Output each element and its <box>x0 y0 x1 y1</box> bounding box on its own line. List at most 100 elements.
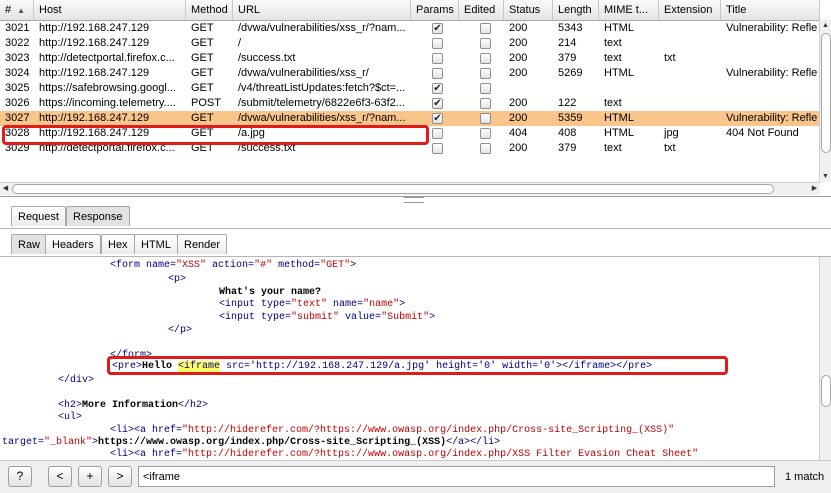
code-token: <form <box>110 260 141 271</box>
params-checkbox <box>432 53 443 64</box>
table-row[interactable]: 3025 https://safebrowsing.googl... GET/v4/… <box>0 81 820 96</box>
scroll-right-icon[interactable]: ▶ <box>809 183 820 194</box>
table-row[interactable]: 3029 http://detectportal.firefox.c... GET /… <box>0 141 820 156</box>
add-button[interactable]: + <box>78 466 102 487</box>
cell-extension <box>659 96 721 111</box>
table-horizontal-scrollbar[interactable]: ◀ ▶ <box>0 182 820 195</box>
cell-method: GET <box>191 37 214 49</box>
header-label: # <box>5 4 12 16</box>
table-row[interactable]: 3024 http://192.168.247.129 GET/dvwa/vulne… <box>0 66 820 81</box>
header-col-title[interactable]: Title <box>721 0 820 20</box>
header-col-edited[interactable]: Edited <box>459 0 504 20</box>
header-label: Length <box>558 4 592 16</box>
table-body: 3021 http://192.168.247.129 GET/dvwa/vulne… <box>0 21 820 156</box>
cell-mime-type: HTML <box>604 22 634 34</box>
code-token: "http://hiderefer.com/?https://www.owasp… <box>182 449 699 460</box>
cell-length: 379 <box>558 52 577 64</box>
cell-length: 5343 <box>558 22 583 34</box>
cell-status <box>504 81 553 96</box>
header-col-method[interactable]: Method <box>186 0 233 20</box>
code-token: <input <box>219 312 256 323</box>
header-col-status[interactable]: Status <box>504 0 553 20</box>
params-checkbox <box>432 143 443 154</box>
cell-title <box>721 81 820 96</box>
header-col-url[interactable]: URL <box>233 0 411 20</box>
code-token: "#" <box>254 260 273 271</box>
tab-response[interactable]: Response <box>66 206 130 226</box>
code-line: <form name="XSS" action="#" method="GET"… <box>110 259 356 272</box>
scroll-thumb[interactable] <box>821 375 831 407</box>
tab-raw[interactable]: Raw <box>11 234 48 254</box>
tab-render[interactable]: Render <box>177 234 228 254</box>
header-label: Extension <box>664 4 713 16</box>
header-col-host[interactable]: Host <box>34 0 186 20</box>
table-row[interactable]: 3021 http://192.168.247.129 GET/dvwa/vulne… <box>0 21 820 36</box>
next-match-button[interactable]: > <box>108 466 132 487</box>
header-col-length[interactable]: Length <box>553 0 599 20</box>
scroll-down-icon[interactable]: ▼ <box>820 171 831 182</box>
code-token: > <box>429 312 436 323</box>
cell-number: 3025 <box>5 82 30 94</box>
code-token: method= <box>272 260 321 271</box>
cell-number: 3023 <box>5 52 30 64</box>
table-header: # ▲ Host Method URL Params Edited Status Length M… <box>0 0 820 21</box>
header-label: Params <box>416 4 454 16</box>
code-token: "Submit" <box>381 312 430 323</box>
cell-title <box>721 96 820 111</box>
cell-status: 200 <box>509 112 528 124</box>
tab-html[interactable]: HTML <box>134 234 178 254</box>
cell-method: GET <box>191 67 214 79</box>
code-token: > <box>399 299 406 310</box>
cell-number: 3022 <box>5 37 30 49</box>
code-token: type= <box>255 312 292 323</box>
previous-match-button[interactable]: < <box>48 466 72 487</box>
table-row[interactable]: 3027 http://192.168.247.129 GET/dvwa/vulne… <box>0 111 820 126</box>
scroll-thumb[interactable] <box>12 184 774 194</box>
params-checkbox: ✔ <box>432 113 443 124</box>
table-row[interactable]: 3028 http://192.168.247.129 GET/a.jpg 404 40… <box>0 126 820 141</box>
pane-splitter-handle[interactable] <box>404 197 424 203</box>
sort-ascending-icon: ▲ <box>17 6 26 15</box>
cell-status: 200 <box>509 142 528 154</box>
params-checkbox: ✔ <box>432 83 443 94</box>
cell-status: 200 <box>509 22 528 34</box>
response-raw-view[interactable]: <form name="XSS" action="#" method="GET"… <box>0 257 831 460</box>
scroll-left-icon[interactable]: ◀ <box>0 183 11 194</box>
header-col-extension[interactable]: Extension <box>659 0 721 20</box>
cell-title <box>721 36 820 51</box>
code-token: name= <box>140 260 177 271</box>
tab-hex[interactable]: Hex <box>101 234 135 254</box>
code-line: <input type="submit" value="Submit"> <box>219 311 435 324</box>
code-line: <p> <box>168 274 187 285</box>
code-token: value= <box>339 312 382 323</box>
help-button[interactable]: ? <box>8 466 32 487</box>
view-tabs: Raw Headers Hex HTML Render <box>0 232 831 257</box>
tab-headers[interactable]: Headers <box>45 234 101 254</box>
table-vertical-scrollbar[interactable]: ▲ ▼ <box>819 20 831 182</box>
cell-number: 3029 <box>5 142 30 154</box>
cell-length: 5359 <box>558 112 583 124</box>
cell-url: /success.txt <box>238 52 296 64</box>
tab-request[interactable]: Request <box>11 206 66 226</box>
table-row[interactable]: 3023 http://detectportal.firefox.c... GET /… <box>0 51 820 66</box>
cell-number: 3026 <box>5 97 30 109</box>
header-col-mime-type[interactable]: MIME t... <box>599 0 659 20</box>
table-row[interactable]: 3022 http://192.168.247.129 GET / 200 214 text <box>0 36 820 51</box>
scroll-thumb[interactable] <box>821 33 831 153</box>
code-line: <input type="text" name="name"> <box>219 298 405 311</box>
header-label: Method <box>191 4 228 16</box>
cell-extension <box>659 36 721 51</box>
header-col-number[interactable]: # ▲ <box>0 0 34 20</box>
cell-extension: txt <box>664 52 676 64</box>
cell-title <box>721 51 820 66</box>
search-input[interactable] <box>138 466 775 487</box>
cell-status: 200 <box>509 97 528 109</box>
header-col-params[interactable]: Params <box>411 0 459 20</box>
cell-url: /dvwa/vulnerabilities/xss_r/?nam... <box>238 22 406 34</box>
code-vertical-scrollbar[interactable] <box>819 257 831 460</box>
header-label: URL <box>238 4 261 16</box>
table-row[interactable]: 3026 https://incoming.telemetry.... POST/s… <box>0 96 820 111</box>
code-token: "_blank" <box>44 437 93 448</box>
cell-url: /v4/threatListUpdates:fetch?$ct=... <box>238 82 406 94</box>
scroll-up-icon[interactable]: ▲ <box>820 20 831 31</box>
